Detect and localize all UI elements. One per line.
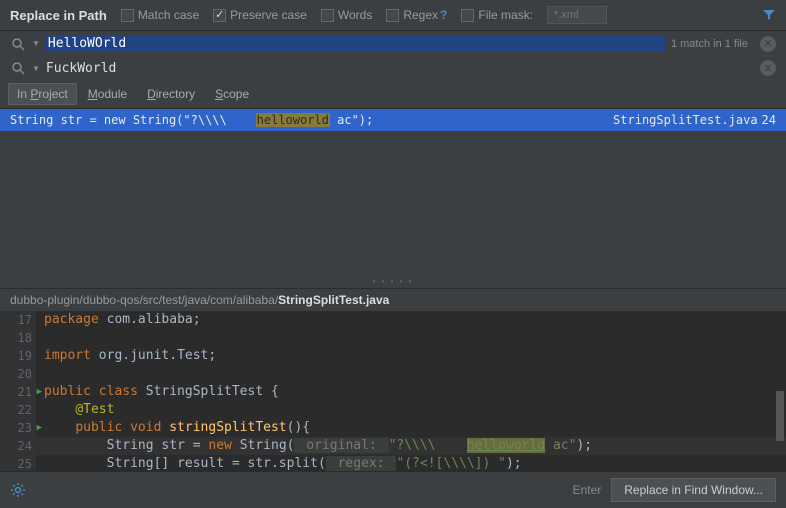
resize-handle-icon[interactable]: • • • • • [373,277,414,286]
code-area[interactable]: package com.alibaba; import org.junit.Te… [36,311,786,471]
result-file: StringSplitTest.java [613,113,758,127]
replace-icon [10,60,26,76]
gear-icon[interactable] [10,482,26,498]
file-mask-checkbox[interactable]: File mask: [461,8,533,22]
clear-search-icon[interactable]: ✕ [760,36,776,52]
file-mask-label: File mask: [478,8,533,22]
results-empty-area: • • • • • [0,131,786,289]
search-input[interactable]: HelloWOrld [46,35,665,52]
line-number: 19 [4,347,32,365]
scope-tab-scope[interactable]: Scope [206,83,258,105]
match-case-label: Match case [138,8,199,22]
replace-history-dropdown[interactable]: ▼ [32,64,40,73]
scope-tab-directory[interactable]: Directory [138,83,204,105]
match-count: 1 match in 1 file [671,38,748,50]
gutter: 17 18 19 20 21▶ 22 23▶ 24 25 26 [0,311,36,471]
line-number: 24 [4,437,32,455]
line-number: 22 [4,401,32,419]
words-checkbox[interactable]: Words [321,8,372,22]
regex-help-icon[interactable]: ? [440,8,447,22]
line-number: 23▶ [4,419,32,437]
result-preview: String str = new String("?\\\\ helloworl… [10,113,613,127]
dialog-title: Replace in Path [10,8,107,23]
search-icon [10,36,26,52]
preserve-case-label: Preserve case [230,8,307,22]
line-number: 21▶ [4,383,32,401]
match-case-checkbox[interactable]: Match case [121,8,199,22]
scope-tab-module[interactable]: Module [79,83,136,105]
replace-in-find-window-button[interactable]: Replace in Find Window... [611,478,776,502]
file-path-bar: dubbo-plugin/dubbo-qos/src/test/java/com… [0,289,786,311]
line-number: 17 [4,311,32,329]
scrollbar-thumb[interactable] [776,391,784,441]
result-row[interactable]: String str = new String("?\\\\ helloworl… [0,109,786,131]
filter-icon[interactable] [762,8,776,22]
line-number: 20 [4,365,32,383]
replace-input[interactable] [46,61,754,76]
regex-label: Regex [403,8,438,22]
words-label: Words [338,8,372,22]
search-history-dropdown[interactable]: ▼ [32,39,40,48]
line-number: 25 [4,455,32,471]
line-number: 18 [4,329,32,347]
clear-replace-icon[interactable]: ✕ [760,60,776,76]
result-line: 24 [762,113,776,127]
preview-editor: 17 18 19 20 21▶ 22 23▶ 24 25 26 package … [0,311,786,471]
scope-tab-project[interactable]: In Project [8,83,77,105]
file-mask-input[interactable] [547,6,607,24]
preserve-case-checkbox[interactable]: Preserve case [213,8,307,22]
regex-checkbox[interactable]: Regex? [386,8,447,22]
enter-hint: Enter [573,483,602,497]
